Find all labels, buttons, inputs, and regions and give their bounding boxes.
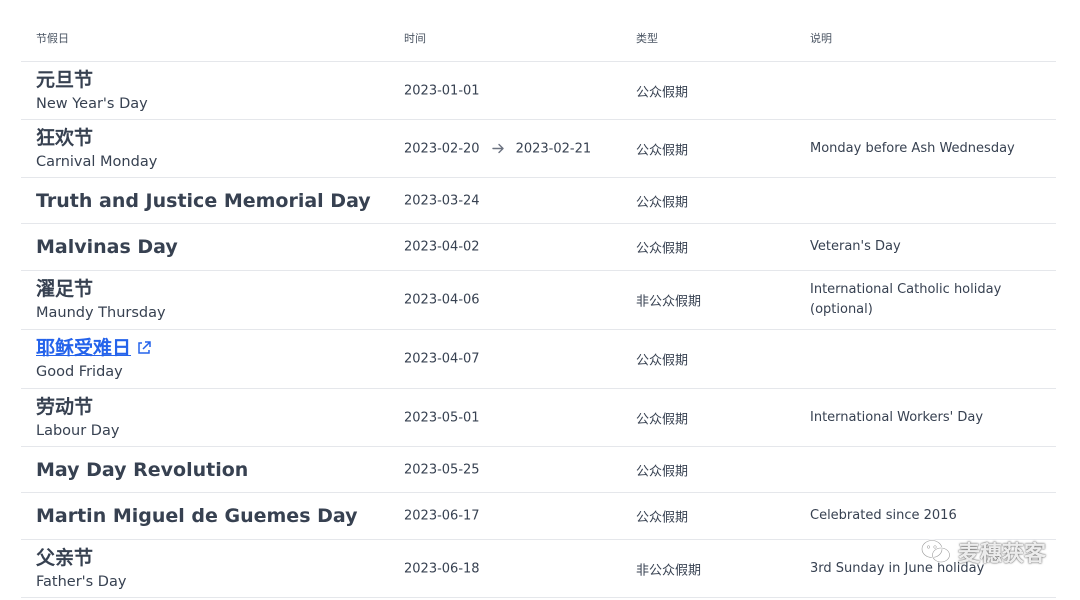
holiday-type: 公众假期 xyxy=(636,412,689,427)
holiday-date: 2023-01-01 xyxy=(404,83,480,98)
holiday-table: 节假日 时间 类型 说明 元旦节 New Year's Day 2023-01-… xyxy=(21,0,1056,598)
holiday-name-cn: 劳动节 xyxy=(36,395,94,418)
holiday-type: 公众假期 xyxy=(636,143,689,158)
wechat-icon xyxy=(920,539,951,564)
holiday-name-link[interactable]: 耶稣受难日 xyxy=(36,335,152,361)
holiday-date: 2023-06-17 xyxy=(404,509,480,524)
holiday-name: 耶稣受难日 Good Friday xyxy=(36,335,152,383)
holiday-type: 非公众假期 xyxy=(636,563,702,578)
date-start: 2023-04-07 xyxy=(404,351,480,367)
date-start: 2023-06-18 xyxy=(404,561,480,576)
holiday-name: Truth and Justice Memorial Day xyxy=(36,190,371,212)
holiday-name: 元旦节 New Year's Day xyxy=(36,67,148,115)
date-start: 2023-04-06 xyxy=(404,292,480,308)
holiday-name: Martin Miguel de Guemes Day xyxy=(36,505,358,527)
table-row: 劳动节 Labour Day 2023-05-01 公众假期 Internati… xyxy=(21,389,1056,447)
holiday-type: 非公众假期 xyxy=(636,294,702,310)
holiday-date: 2023-03-24 xyxy=(404,193,480,208)
holiday-name: 狂欢节 Carnival Monday xyxy=(36,125,157,173)
holiday-name-en: Good Friday xyxy=(36,364,123,380)
holiday-date: 2023-05-01 xyxy=(404,410,480,425)
holiday-type: 公众假期 xyxy=(636,195,689,210)
table-row: 濯足节 Maundy Thursday 2023-04-06 非公众假期 Int… xyxy=(21,271,1056,330)
table-row: Malvinas Day 2023-04-02 公众假期 Veteran's D… xyxy=(21,224,1056,271)
external-link-icon xyxy=(138,341,151,354)
holiday-type: 公众假期 xyxy=(636,464,689,479)
header-description: 说明 xyxy=(810,32,832,45)
holiday-name: 父亲节 Father's Day xyxy=(36,545,126,593)
holiday-name: 濯足节 Maundy Thursday xyxy=(36,276,166,324)
table-row: Martin Miguel de Guemes Day 2023-06-17 公… xyxy=(21,493,1056,540)
holiday-description: Veteran's Day xyxy=(810,239,901,254)
table-row: 耶稣受难日 Good Friday 2023-04-07 公众假期 xyxy=(21,330,1056,389)
holiday-description: Monday before Ash Wednesday xyxy=(810,140,1015,156)
table-row: 父亲节 Father's Day 2023-06-18 非公众假期 3rd Su… xyxy=(21,540,1056,598)
holiday-name: May Day Revolution xyxy=(36,459,248,481)
holiday-name: Malvinas Day xyxy=(36,236,178,258)
holiday-name-cn: 狂欢节 xyxy=(36,126,94,149)
holiday-name-en: Malvinas Day xyxy=(36,236,178,258)
table-header: 节假日 时间 类型 说明 xyxy=(21,0,1056,62)
holiday-name-en: Truth and Justice Memorial Day xyxy=(36,189,371,212)
table-row: Truth and Justice Memorial Day 2023-03-2… xyxy=(21,178,1056,224)
date-start: 2023-06-17 xyxy=(404,508,480,524)
date-start: 2023-04-02 xyxy=(404,239,480,255)
watermark: 麦穗获客 xyxy=(920,536,1046,568)
holiday-name-en: May Day Revolution xyxy=(36,458,249,481)
holiday-type: 公众假期 xyxy=(636,510,689,526)
holiday-date: 2023-04-06 xyxy=(404,293,480,308)
holiday-name-cn: 元旦节 xyxy=(36,68,94,91)
holiday-name-en: Carnival Monday xyxy=(36,153,158,170)
holiday-date: 2023-04-07 xyxy=(404,352,480,367)
date-start: 2023-02-20 xyxy=(404,141,480,156)
table-row: 狂欢节 Carnival Monday 2023-02-20 2023-02-2… xyxy=(21,120,1056,178)
date-end: 2023-02-21 xyxy=(515,141,592,156)
table-row: May Day Revolution 2023-05-25 公众假期 xyxy=(21,447,1056,493)
header-holiday: 节假日 xyxy=(36,32,69,45)
date-start: 2023-05-01 xyxy=(404,410,480,425)
holiday-name-cn: 耶稣受难日 xyxy=(36,337,132,359)
table-row: 元旦节 New Year's Day 2023-01-01 公众假期 xyxy=(21,62,1056,120)
header-date: 时间 xyxy=(404,32,426,45)
holiday-name: 劳动节 Labour Day xyxy=(36,394,119,442)
holiday-description: International Workers' Day xyxy=(810,409,984,425)
holiday-date: 2023-05-25 xyxy=(404,462,480,477)
holiday-name-en: New Year's Day xyxy=(36,95,148,112)
date-start: 2023-01-01 xyxy=(404,83,480,98)
holiday-name-en: Maundy Thursday xyxy=(36,305,166,321)
holiday-name-en: Martin Miguel de Guemes Day xyxy=(36,505,358,527)
date-start: 2023-03-24 xyxy=(404,193,480,208)
holiday-type: 公众假期 xyxy=(636,85,689,100)
holiday-name-en: Father's Day xyxy=(36,573,127,590)
watermark-text: 麦穗获客 xyxy=(957,542,1046,567)
holiday-date: 2023-04-02 xyxy=(404,240,480,255)
date-start: 2023-05-25 xyxy=(404,462,480,477)
holiday-description: Celebrated since 2016 xyxy=(810,508,957,523)
holiday-date-range: 2023-02-20 2023-02-21 xyxy=(404,141,591,156)
holiday-name-en: Labour Day xyxy=(36,422,120,439)
arrow-right-icon xyxy=(491,143,504,154)
header-type: 类型 xyxy=(636,32,658,45)
holiday-name-cn: 父亲节 xyxy=(36,546,94,569)
holiday-name-cn: 濯足节 xyxy=(36,278,94,300)
holiday-type: 公众假期 xyxy=(636,241,689,257)
holiday-description: International Catholic holiday (optional… xyxy=(810,282,1002,317)
holiday-type: 公众假期 xyxy=(636,353,689,369)
holiday-date: 2023-06-18 xyxy=(404,561,480,576)
